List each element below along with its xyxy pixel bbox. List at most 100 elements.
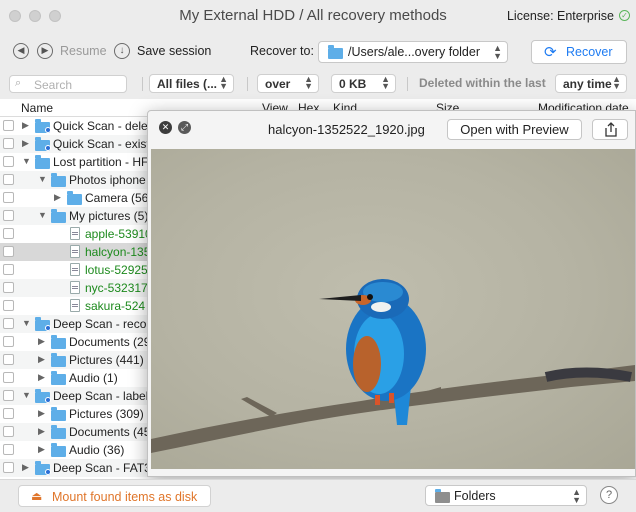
- folder-icon: [51, 335, 66, 349]
- row-checkbox[interactable]: [3, 120, 14, 131]
- file-type-value: All files (...: [157, 77, 218, 91]
- disclosure-closed-icon[interactable]: ▶: [38, 336, 45, 347]
- row-checkbox[interactable]: [3, 282, 14, 293]
- row-label: Quick Scan - dele: [53, 119, 148, 133]
- license-check-icon: ✓: [619, 10, 630, 21]
- row-checkbox[interactable]: [3, 174, 14, 185]
- disclosure-closed-icon[interactable]: ▶: [38, 354, 45, 365]
- mount-as-disk-button[interactable]: ⏏ Mount found items as disk: [18, 485, 211, 507]
- disclosure-closed-icon[interactable]: ▶: [22, 462, 29, 473]
- quick-look-panel: ✕ ⤢ halcyon-1352522_1920.jpg Open with P…: [147, 110, 636, 477]
- row-checkbox[interactable]: [3, 354, 14, 365]
- folder-icon: [51, 173, 66, 187]
- column-name[interactable]: Name: [21, 101, 53, 115]
- disclosure-closed-icon[interactable]: ▶: [38, 426, 45, 437]
- folder-icon: [328, 45, 343, 59]
- disclosure-open-icon[interactable]: ▼: [38, 210, 47, 220]
- chevron-updown-icon: ▲ ▼: [493, 43, 502, 61]
- row-checkbox[interactable]: [3, 300, 14, 311]
- folder-icon: [51, 425, 66, 439]
- row-checkbox[interactable]: [3, 210, 14, 221]
- time-range-select[interactable]: any time ▲ ▼: [555, 74, 627, 93]
- disclosure-open-icon[interactable]: ▼: [22, 390, 31, 400]
- open-with-preview-button[interactable]: Open with Preview: [447, 119, 582, 140]
- help-button[interactable]: ?: [600, 486, 618, 504]
- back-icon[interactable]: ◀: [13, 43, 29, 59]
- save-session-button[interactable]: Save session: [137, 44, 211, 58]
- row-label: Deep Scan - FAT3: [53, 461, 151, 475]
- row-label: Audio (36): [69, 443, 125, 457]
- divider: [407, 77, 408, 91]
- row-checkbox[interactable]: [3, 228, 14, 239]
- folder-icon: [51, 209, 66, 223]
- deleted-within-label: Deleted within the last: [419, 76, 546, 90]
- download-icon[interactable]: ↓: [114, 43, 130, 59]
- preview-image: [151, 149, 635, 469]
- refresh-icon: ⟳: [544, 44, 557, 61]
- recover-to-path: /Users/ale...overy folder: [348, 45, 480, 59]
- folder-icon: [35, 155, 50, 169]
- scan-badge-icon: [45, 397, 51, 403]
- toolbar: ◀ ▶ Resume ↓ Save session Recover to: /U…: [0, 34, 636, 70]
- bottom-bar: ⏏ Mount found items as disk Folders ▲ ▼ ?: [0, 479, 636, 512]
- row-label: halcyon-135: [85, 245, 151, 259]
- view-mode-select[interactable]: Folders ▲ ▼: [425, 485, 587, 506]
- row-label: My pictures (5): [69, 209, 149, 223]
- scan-badge-icon: [45, 127, 51, 133]
- close-icon[interactable]: ✕: [159, 121, 172, 134]
- image-file-icon: [70, 245, 80, 258]
- row-checkbox[interactable]: [3, 336, 14, 347]
- disclosure-closed-icon[interactable]: ▶: [38, 408, 45, 419]
- row-checkbox[interactable]: [3, 462, 14, 473]
- row-label: Lost partition - HF: [53, 155, 149, 169]
- disclosure-closed-icon[interactable]: ▶: [38, 444, 45, 455]
- disclosure-open-icon[interactable]: ▼: [22, 318, 31, 328]
- row-label: Documents (29: [69, 335, 151, 349]
- play-icon[interactable]: ▶: [37, 43, 53, 59]
- search-input[interactable]: ⌕ Search: [9, 75, 127, 93]
- row-label: sakura-524: [85, 299, 146, 313]
- size-value-select[interactable]: 0 KB ▲ ▼: [331, 74, 396, 93]
- disclosure-open-icon[interactable]: ▼: [22, 156, 31, 166]
- recover-to-path-select[interactable]: /Users/ale...overy folder ▲ ▼: [318, 41, 508, 63]
- row-checkbox[interactable]: [3, 138, 14, 149]
- folder-icon: [67, 191, 82, 205]
- row-checkbox[interactable]: [3, 318, 14, 329]
- recover-button-label: Recover: [566, 45, 613, 59]
- row-checkbox[interactable]: [3, 192, 14, 203]
- row-checkbox[interactable]: [3, 426, 14, 437]
- row-checkbox[interactable]: [3, 390, 14, 401]
- recover-button[interactable]: ⟳ Recover: [531, 40, 627, 64]
- row-checkbox[interactable]: [3, 264, 14, 275]
- row-label: Deep Scan - reco: [53, 317, 147, 331]
- folder-icon: [51, 407, 66, 421]
- kingfisher-photo: [151, 279, 635, 453]
- folder-icon: [435, 489, 450, 503]
- row-checkbox[interactable]: [3, 444, 14, 455]
- disclosure-closed-icon[interactable]: ▶: [38, 372, 45, 383]
- row-checkbox[interactable]: [3, 408, 14, 419]
- disclosure-open-icon[interactable]: ▼: [38, 174, 47, 184]
- size-comparator-value: over: [265, 77, 291, 91]
- disclosure-closed-icon[interactable]: ▶: [54, 192, 61, 203]
- image-file-icon: [70, 263, 80, 276]
- fullscreen-icon[interactable]: ⤢: [178, 121, 191, 134]
- share-icon: [605, 122, 617, 137]
- row-label: Photos iphone: [69, 173, 146, 187]
- row-checkbox[interactable]: [3, 246, 14, 257]
- chevron-updown-icon: ▲ ▼: [612, 74, 621, 91]
- chevron-updown-icon: ▲ ▼: [304, 74, 313, 91]
- row-checkbox[interactable]: [3, 372, 14, 383]
- disclosure-closed-icon[interactable]: ▶: [22, 120, 29, 131]
- size-comparator-select[interactable]: over ▲ ▼: [257, 74, 319, 93]
- disclosure-closed-icon[interactable]: ▶: [22, 138, 29, 149]
- time-range-value: any time: [563, 77, 612, 91]
- row-checkbox[interactable]: [3, 156, 14, 167]
- divider: [247, 77, 248, 91]
- resume-button[interactable]: Resume: [60, 44, 107, 58]
- image-file-icon: [70, 227, 80, 240]
- row-label: lotus-52925: [85, 263, 148, 277]
- share-button[interactable]: [592, 119, 628, 140]
- file-type-select[interactable]: All files (... ▲ ▼: [149, 74, 234, 93]
- folder-icon: [51, 353, 66, 367]
